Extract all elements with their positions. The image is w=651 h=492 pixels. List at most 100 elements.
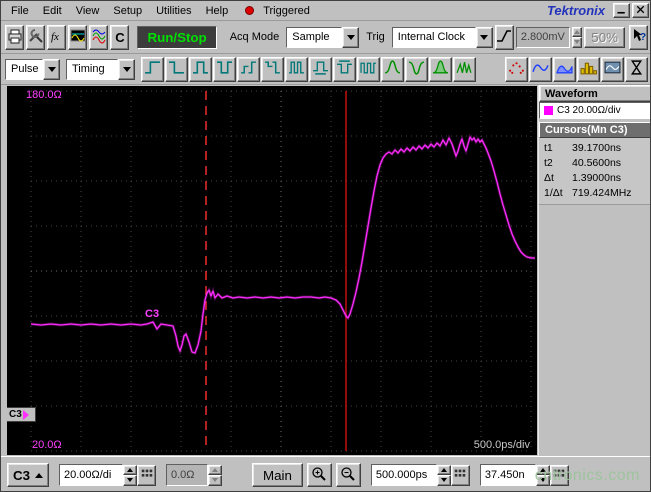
spin-up-icon[interactable] bbox=[123, 464, 137, 475]
menu-item-utilities[interactable]: Utilities bbox=[149, 2, 198, 20]
neg-glitch-button[interactable] bbox=[405, 56, 428, 82]
spin-down-icon[interactable] bbox=[123, 475, 137, 486]
context-help-button[interactable]: ? bbox=[628, 24, 649, 50]
neg-glitch-icon bbox=[408, 59, 425, 79]
menu-items: File Edit View Setup Utilities Help bbox=[4, 2, 235, 20]
signal-class-select[interactable]: Pulse bbox=[5, 58, 60, 80]
vector-wave-button[interactable] bbox=[529, 56, 552, 82]
measure-group-dropdown-button[interactable] bbox=[118, 58, 135, 80]
trig-source-value: Internal Clock bbox=[391, 26, 476, 48]
signal-class-value: Pulse bbox=[5, 58, 43, 80]
pos-pulse-width-button[interactable] bbox=[189, 56, 212, 82]
vertical-scale-keypad-button[interactable] bbox=[137, 464, 156, 486]
math-button[interactable]: fx bbox=[47, 24, 67, 50]
pos-pulse-width-icon bbox=[192, 59, 209, 79]
trig-level-field[interactable]: 2.800mV bbox=[515, 26, 570, 48]
period-icon bbox=[288, 59, 305, 79]
readout-label: t1 bbox=[544, 141, 553, 154]
measure-group-select[interactable]: Timing bbox=[66, 58, 135, 80]
envelope-wave-icon bbox=[556, 59, 573, 79]
vertical-scale-field[interactable]: 20.00Ω/di bbox=[59, 464, 123, 486]
print-button[interactable] bbox=[5, 24, 25, 50]
acq-mode-select[interactable]: Sample bbox=[286, 26, 360, 48]
acq-hourglass-icon bbox=[628, 59, 645, 79]
run-stop-button[interactable]: Run/Stop bbox=[137, 25, 217, 49]
persistence-dots-button[interactable] bbox=[505, 56, 528, 82]
pos-glitch-icon bbox=[384, 59, 401, 79]
menu-item-setup[interactable]: Setup bbox=[106, 2, 149, 20]
burst-icon bbox=[456, 59, 473, 79]
minimize-icon bbox=[615, 3, 628, 19]
slope-icon bbox=[496, 28, 512, 47]
histogram-button[interactable] bbox=[577, 56, 600, 82]
pos-glitch-button[interactable] bbox=[381, 56, 404, 82]
scope-graticule bbox=[30, 90, 535, 452]
main-toolbar: fx C Run/Stop Acq Mode Sample Trig Inter… bbox=[1, 21, 650, 54]
trace-label: C3 bbox=[145, 308, 160, 320]
period-button[interactable] bbox=[285, 56, 308, 82]
trig-source-select[interactable]: Internal Clock bbox=[391, 26, 493, 48]
menu-item-file[interactable]: File bbox=[4, 2, 36, 20]
channel-select-button[interactable]: C3 bbox=[7, 463, 49, 487]
spin-down-icon[interactable] bbox=[436, 475, 451, 486]
display-setup-button[interactable] bbox=[68, 24, 88, 50]
pos-duty-button[interactable] bbox=[309, 56, 332, 82]
channel-reference-marker[interactable]: C3 bbox=[7, 407, 36, 422]
clear-button[interactable]: C bbox=[110, 24, 130, 50]
readout-value: 719.424MHz bbox=[572, 186, 632, 199]
fall-delay-icon bbox=[264, 59, 281, 79]
horizontal-scale-spinner[interactable] bbox=[436, 464, 451, 486]
waveform-display[interactable]: 180.0Ω 20.0Ω 500.0ps/div C3 C3 bbox=[7, 86, 537, 455]
horizontal-scale-field[interactable]: 500.000ps bbox=[370, 464, 437, 486]
rise-delay-icon bbox=[240, 59, 257, 79]
zoom-in-button[interactable] bbox=[306, 463, 332, 487]
channel-select-label: C3 bbox=[12, 467, 31, 483]
trig-level-spinner[interactable] bbox=[571, 26, 583, 48]
rise-delay-button[interactable] bbox=[237, 56, 260, 82]
main-timebase-button[interactable]: Main bbox=[252, 463, 303, 487]
horizontal-scale-keypad-button[interactable] bbox=[450, 464, 470, 486]
pulse-train-button[interactable] bbox=[357, 56, 380, 82]
waveform-database-icon bbox=[604, 59, 621, 79]
close-icon bbox=[634, 3, 647, 19]
spin-up-icon[interactable] bbox=[571, 26, 583, 37]
neg-duty-icon bbox=[336, 59, 353, 79]
menu-item-help[interactable]: Help bbox=[199, 2, 236, 20]
cursor-readout-row: 1/Δt 719.424MHz bbox=[539, 185, 650, 200]
neg-duty-button[interactable] bbox=[333, 56, 356, 82]
spin-down-icon[interactable] bbox=[571, 37, 583, 48]
cursor-readout-row: Δt 1.39000ns bbox=[539, 170, 650, 185]
burst-button[interactable] bbox=[453, 56, 476, 82]
main-area: 180.0Ω 20.0Ω 500.0ps/div C3 C3 Waveform … bbox=[1, 85, 650, 456]
svg-text:?: ? bbox=[640, 32, 646, 43]
close-button[interactable] bbox=[632, 3, 649, 18]
readout-label: 1/Δt bbox=[544, 186, 563, 199]
spin-up-icon[interactable] bbox=[436, 464, 451, 475]
menu-item-view[interactable]: View bbox=[69, 2, 107, 20]
acq-mode-dropdown-button[interactable] bbox=[342, 26, 360, 48]
peak-area-button[interactable] bbox=[429, 56, 452, 82]
color-setup-button[interactable] bbox=[89, 24, 109, 50]
trig-slope-button[interactable] bbox=[494, 24, 514, 50]
horizontal-position-field[interactable]: 37.450n bbox=[479, 464, 536, 486]
trig-dropdown-button[interactable] bbox=[475, 26, 493, 48]
rise-time-button[interactable] bbox=[141, 56, 164, 82]
acq-hourglass-button[interactable] bbox=[625, 56, 648, 82]
signal-class-dropdown-button[interactable] bbox=[43, 58, 60, 80]
neg-pulse-width-button[interactable] bbox=[213, 56, 236, 82]
menu-item-edit[interactable]: Edit bbox=[36, 2, 69, 20]
menu-bar: File Edit View Setup Utilities Help Triggered… bbox=[1, 1, 650, 21]
setup-tools-button[interactable] bbox=[26, 24, 46, 50]
fall-time-button[interactable] bbox=[165, 56, 188, 82]
channel-list-item[interactable]: C3 20.00Ω/div bbox=[539, 102, 650, 119]
channel-color-swatch bbox=[544, 106, 553, 115]
trigger-status: Triggered bbox=[263, 4, 310, 17]
zoom-out-button[interactable] bbox=[335, 463, 361, 487]
fall-delay-button[interactable] bbox=[261, 56, 284, 82]
palette-icon bbox=[91, 28, 107, 47]
set-50-percent-button[interactable]: 50% bbox=[584, 26, 625, 48]
vertical-scale-spinner[interactable] bbox=[123, 464, 137, 486]
waveform-database-button[interactable] bbox=[601, 56, 624, 82]
envelope-wave-button[interactable] bbox=[553, 56, 576, 82]
minimize-button[interactable] bbox=[613, 3, 630, 18]
